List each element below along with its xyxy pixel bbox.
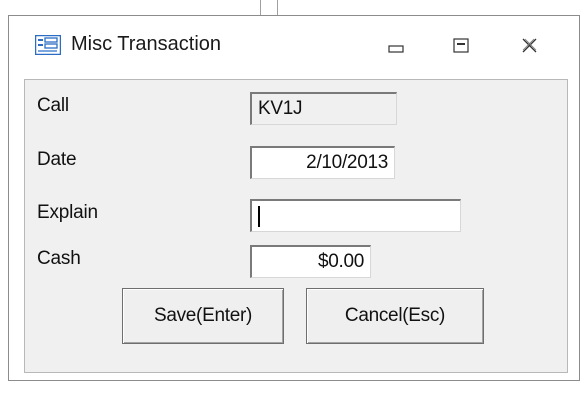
misc-transaction-window: Misc Transaction Call KV1J Date 2/10/201…: [8, 15, 580, 381]
explain-field[interactable]: [250, 199, 461, 232]
cash-field[interactable]: $0.00: [250, 245, 371, 278]
call-label: Call: [37, 95, 69, 116]
form-body: Call KV1J Date 2/10/2013 Explain Cash $0…: [24, 79, 568, 373]
cancel-button[interactable]: Cancel(Esc): [306, 288, 484, 344]
window-title: Misc Transaction: [71, 33, 222, 55]
text-cursor: [258, 206, 260, 227]
call-field[interactable]: KV1J: [250, 92, 397, 125]
restore-icon[interactable]: [447, 34, 475, 58]
save-button[interactable]: Save(Enter): [122, 288, 284, 344]
background-window-edge: [260, 0, 261, 15]
title-bar[interactable]: Misc Transaction: [9, 16, 579, 79]
date-field[interactable]: 2/10/2013: [250, 146, 395, 179]
screen: Misc Transaction Call KV1J Date 2/10/201…: [0, 0, 582, 393]
date-label: Date: [37, 149, 77, 170]
form-icon: [34, 34, 62, 56]
explain-label: Explain: [37, 202, 98, 223]
cash-label: Cash: [37, 248, 81, 269]
minimize-icon[interactable]: [382, 34, 410, 58]
background-window-edge: [277, 0, 278, 15]
close-icon[interactable]: [516, 34, 544, 58]
